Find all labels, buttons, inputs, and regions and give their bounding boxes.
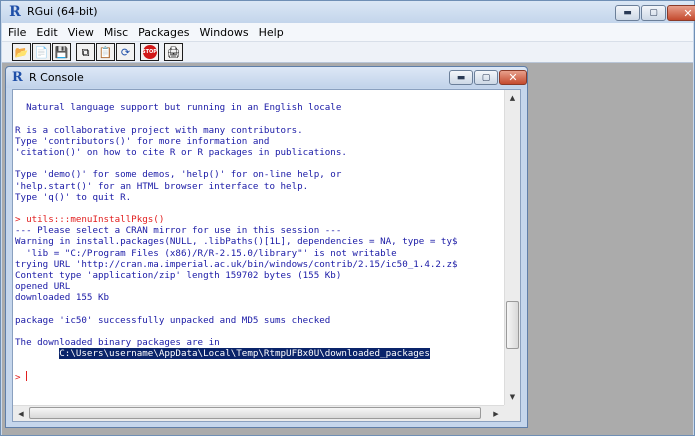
console-title-bar[interactable]: R R Console ▬ ▢ ✕ bbox=[6, 67, 527, 88]
menu-packages[interactable]: Packages bbox=[138, 26, 189, 39]
menu-file[interactable]: File bbox=[8, 26, 26, 39]
close-icon: ✕ bbox=[683, 6, 693, 20]
print-button[interactable]: 🖨 bbox=[164, 43, 183, 61]
close-button[interactable]: ✕ bbox=[667, 5, 695, 21]
console-line: Type 'q()' to quit R. bbox=[15, 191, 132, 203]
console-line: Warning in install.packages(NULL, .libPa… bbox=[15, 236, 458, 248]
scroll-down-arrow[interactable]: ▼ bbox=[505, 389, 520, 405]
console-prompt-line[interactable]: > bbox=[15, 370, 504, 383]
console-line: Content type 'application/zip' length 15… bbox=[15, 270, 342, 281]
save-workspace-button[interactable]: 💾 bbox=[52, 43, 71, 61]
console-line: Natural language support but running in … bbox=[15, 102, 342, 114]
console-line: downloaded 155 Kb bbox=[15, 292, 110, 304]
r-console-icon: R bbox=[12, 70, 23, 85]
maximize-icon: ▢ bbox=[481, 72, 491, 83]
console-output[interactable]: Natural language support but running in … bbox=[13, 90, 504, 405]
scroll-right-arrow[interactable]: ▶ bbox=[488, 406, 504, 421]
console-maximize-button[interactable]: ▢ bbox=[474, 70, 498, 85]
scrollbar-corner bbox=[504, 405, 520, 421]
scroll-up-arrow[interactable]: ▲ bbox=[505, 90, 520, 106]
print-icon: 🖨 bbox=[166, 45, 181, 59]
selected-text[interactable]: C:\Users\username\AppData\Local\Temp\Rtm… bbox=[59, 348, 430, 360]
console-line: The downloaded binary packages are in bbox=[15, 337, 220, 349]
vertical-scrollbar[interactable]: ▲ ▼ bbox=[504, 90, 520, 405]
minimize-button[interactable]: ▬ bbox=[615, 5, 640, 21]
console-minimize-button[interactable]: ▬ bbox=[449, 70, 473, 85]
console-close-button[interactable]: ✕ bbox=[499, 70, 527, 85]
vertical-scroll-thumb[interactable] bbox=[506, 301, 519, 350]
open-script-icon: 📂 bbox=[14, 45, 29, 59]
console-line-selected-path: C:\Users\username\AppData\Local\Temp\Rtm… bbox=[15, 348, 504, 360]
maximize-button[interactable]: ▢ bbox=[641, 5, 666, 21]
minimize-icon: ▬ bbox=[456, 72, 466, 83]
minimize-icon: ▬ bbox=[623, 8, 632, 18]
console-line: 'lib = "C:/Program Files (x86)/R/R-2.15.… bbox=[15, 247, 397, 259]
menu-windows[interactable]: Windows bbox=[200, 26, 249, 39]
console-line: > utils:::menuInstallPkgs() bbox=[15, 214, 165, 226]
window-title: RGui (64-bit) bbox=[27, 5, 98, 18]
menu-bar: File Edit View Misc Packages Windows Hel… bbox=[2, 23, 693, 41]
console-line: 'citation()' on how to cite R or R packa… bbox=[15, 146, 347, 158]
chevron-up-icon: ▲ bbox=[509, 94, 516, 102]
maximize-icon: ▢ bbox=[649, 8, 658, 18]
console-body: Natural language support but running in … bbox=[12, 89, 521, 422]
stop-icon: STOP bbox=[142, 45, 157, 59]
console-line: Type 'contributors()' for more informati… bbox=[15, 135, 270, 147]
menu-edit[interactable]: Edit bbox=[36, 26, 57, 39]
menu-misc[interactable]: Misc bbox=[104, 26, 128, 39]
horizontal-scrollbar[interactable]: ◀ ▶ bbox=[13, 405, 504, 421]
horizontal-scroll-thumb[interactable] bbox=[29, 407, 481, 419]
path-indent bbox=[15, 348, 59, 359]
console-window-controls: ▬ ▢ ✕ bbox=[449, 70, 527, 85]
menu-help[interactable]: Help bbox=[259, 26, 284, 39]
stop-button[interactable]: STOP bbox=[140, 43, 159, 61]
chevron-down-icon: ▼ bbox=[509, 393, 516, 401]
toolbar: 📂 📄 💾 ⧉ 📋 ⟳ STOP 🖨 bbox=[2, 41, 693, 63]
load-workspace-icon: 📄 bbox=[34, 45, 49, 59]
scroll-left-arrow[interactable]: ◀ bbox=[13, 406, 29, 421]
console-line: R is a collaborative project with many c… bbox=[15, 124, 303, 136]
chevron-right-icon: ▶ bbox=[493, 409, 499, 418]
console-title: R Console bbox=[29, 71, 84, 84]
console-line: 'help.start()' for an HTML browser inter… bbox=[15, 180, 309, 192]
load-workspace-button[interactable]: 📄 bbox=[32, 43, 51, 61]
r-console-window: R R Console ▬ ▢ ✕ Natural language suppo… bbox=[5, 66, 528, 428]
open-script-button[interactable]: 📂 bbox=[12, 43, 31, 61]
main-window-controls: ▬ ▢ ✕ bbox=[615, 5, 695, 21]
console-prompt: > bbox=[15, 371, 27, 383]
console-line: --- Please select a CRAN mirror for use … bbox=[15, 225, 342, 237]
console-line: package 'ic50' successfully unpacked and… bbox=[15, 314, 331, 326]
copy-paste-icon: ⟳ bbox=[120, 45, 131, 59]
r-logo-icon: R bbox=[9, 4, 21, 20]
chevron-left-icon: ◀ bbox=[18, 409, 24, 418]
paste-icon: 📋 bbox=[98, 45, 113, 59]
copy-button[interactable]: ⧉ bbox=[76, 43, 95, 61]
copy-paste-button[interactable]: ⟳ bbox=[116, 43, 135, 61]
main-title-bar[interactable]: R RGui (64-bit) ▬ ▢ ✕ bbox=[1, 1, 695, 23]
console-line: trying URL 'http://cran.ma.imperial.ac.u… bbox=[15, 258, 458, 270]
save-workspace-icon: 💾 bbox=[54, 45, 69, 59]
console-line: Type 'demo()' for some demos, 'help()' f… bbox=[15, 169, 342, 181]
menu-view[interactable]: View bbox=[68, 26, 94, 39]
close-icon: ✕ bbox=[508, 71, 518, 84]
copy-icon: ⧉ bbox=[81, 45, 90, 59]
paste-button[interactable]: 📋 bbox=[96, 43, 115, 61]
text-cursor bbox=[26, 370, 28, 381]
console-line: opened URL bbox=[15, 281, 71, 293]
